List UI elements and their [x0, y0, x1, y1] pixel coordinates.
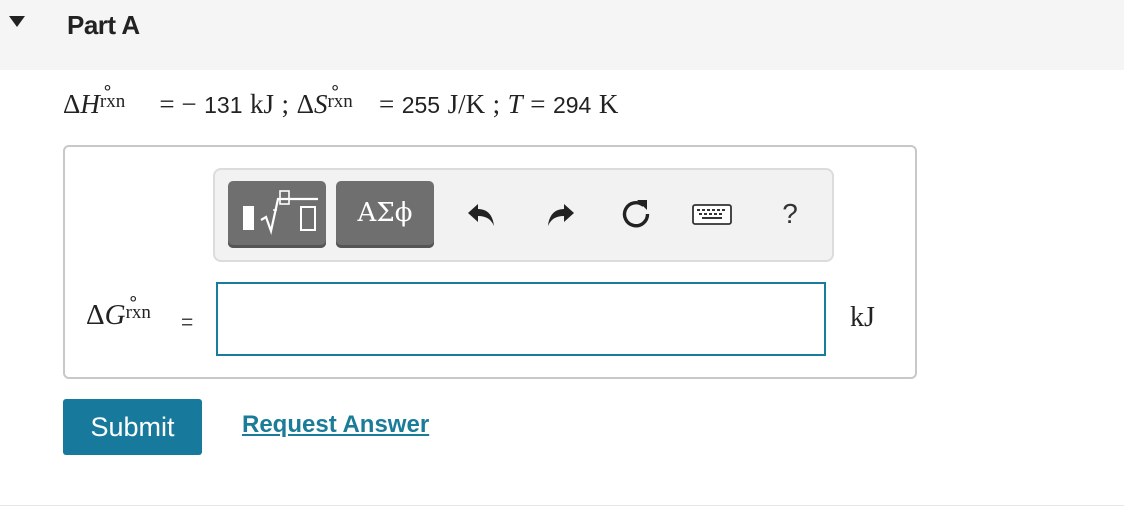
delta-h-value: 131 — [204, 92, 243, 118]
submit-button[interactable]: Submit — [63, 399, 202, 455]
help-button[interactable]: ? — [768, 190, 812, 238]
temperature-variable: T — [507, 89, 523, 119]
delta-s-value: 255 — [401, 92, 441, 118]
delta-s-equals: = — [378, 89, 395, 119]
delta-s-variable: S — [313, 89, 328, 119]
part-header[interactable] — [0, 0, 1124, 70]
templates-button[interactable] — [228, 181, 326, 248]
request-answer-link[interactable]: Request Answer — [242, 411, 429, 439]
delta-h-variable: H — [80, 89, 100, 119]
delta-g-subscript: rxn — [125, 302, 151, 323]
undo-button[interactable] — [460, 190, 504, 238]
separator-1: ; — [281, 89, 290, 119]
part-title: Part A — [67, 10, 140, 40]
reset-button[interactable] — [614, 190, 658, 238]
delta-g-symbol: Δ — [86, 299, 105, 331]
redo-button[interactable] — [538, 190, 582, 238]
collapse-caret-icon[interactable] — [9, 16, 25, 27]
delta-s-subscript: rxn — [327, 91, 353, 112]
temperature-value: 294 — [552, 92, 592, 118]
delta-s-symbol: Δ — [296, 89, 314, 119]
undo-arrow-icon — [468, 204, 494, 226]
greek-symbols-button[interactable]: ΑΣϕ — [336, 181, 434, 248]
templates-sqrt-icon — [243, 190, 318, 235]
keyboard-icon — [692, 204, 732, 225]
delta-h-unit: kJ — [250, 89, 275, 119]
delta-h-subscript: rxn — [99, 91, 126, 112]
temperature-unit: K — [598, 89, 619, 119]
delta-g-variable: G — [104, 299, 126, 331]
answer-label: ΔG ∘ rxn — [86, 288, 170, 332]
given-values: ΔH ∘ rxn = − 131 kJ ; ΔS ∘ rxn = 255 J/K ; T… — [63, 77, 619, 129]
keyboard-button[interactable] — [690, 190, 734, 238]
answer-equals: = — [181, 311, 194, 334]
answer-input[interactable] — [216, 282, 826, 356]
delta-h-equals: = − — [159, 89, 197, 119]
delta-h-symbol: Δ — [63, 89, 81, 119]
separator-2: ; — [492, 89, 501, 119]
delta-s-unit: J/K — [447, 89, 486, 119]
reset-circular-arrow-icon — [622, 200, 650, 228]
divider — [0, 505, 1124, 506]
redo-arrow-icon — [548, 204, 574, 226]
answer-units: kJ — [850, 302, 875, 333]
temperature-equals: = — [530, 89, 546, 119]
